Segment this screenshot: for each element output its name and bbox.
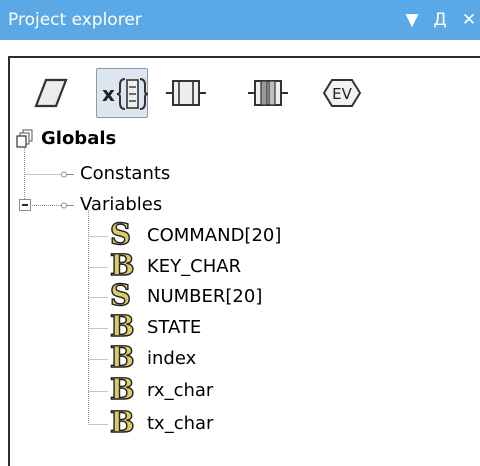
variables-collapse-toggle[interactable] (19, 199, 31, 211)
tree-item-variable[interactable]: KEY_CHAR (147, 256, 241, 278)
explorer-toolbar: x EV (10, 60, 480, 126)
tool-library-block[interactable] (242, 68, 294, 118)
tree-node-constants[interactable]: Constants (80, 163, 170, 185)
explorer-content: x EV Globals Constants Variables S COMMA… (8, 56, 480, 466)
project-tree: Globals Constants Variables S COMMAND[20… (10, 126, 480, 466)
tree-item-variable[interactable]: NUMBER[20] (147, 286, 262, 308)
pin-button[interactable]: Д (430, 8, 450, 32)
string-type-icon: S (109, 278, 131, 312)
tree-item-variable[interactable]: STATE (147, 317, 201, 339)
parallelogram-icon (34, 78, 68, 108)
tree-item-variable[interactable]: tx_char (147, 413, 213, 435)
byte-type-icon: B (109, 405, 135, 439)
function-block-icon (166, 80, 206, 106)
title-bar: Project explorer ▼ Д ✕ (0, 0, 480, 40)
tree-item-variable[interactable]: COMMAND[20] (147, 225, 281, 247)
tool-function-block[interactable] (160, 68, 212, 118)
tree-item-variable[interactable]: index (147, 348, 196, 370)
dropdown-menu-button[interactable]: ▼ (402, 8, 422, 32)
library-block-icon (248, 80, 288, 106)
tool-flowchart[interactable] (22, 68, 74, 118)
close-button[interactable]: ✕ (458, 8, 480, 32)
tool-event-label: EV (332, 85, 352, 103)
byte-type-icon: B (109, 340, 135, 374)
panel-title: Project explorer (8, 10, 142, 30)
globals-icon (16, 129, 33, 148)
tree-node-globals[interactable]: Globals (41, 128, 116, 150)
variables-braces-icon: x (102, 78, 149, 110)
tree-item-variable[interactable]: rx_char (147, 380, 213, 402)
tool-variables[interactable]: x (96, 68, 149, 118)
byte-type-icon: B (109, 309, 135, 343)
string-type-icon: S (109, 217, 131, 251)
project-explorer-panel: Project explorer ▼ Д ✕ x EV Globals Cons… (0, 0, 480, 466)
byte-type-icon: B (109, 372, 135, 406)
tool-variables-letter: x (102, 82, 115, 106)
event-icon: EV (322, 79, 362, 107)
byte-type-icon: B (109, 248, 135, 282)
tool-event[interactable]: EV (316, 68, 368, 118)
tree-node-variables[interactable]: Variables (80, 194, 162, 216)
